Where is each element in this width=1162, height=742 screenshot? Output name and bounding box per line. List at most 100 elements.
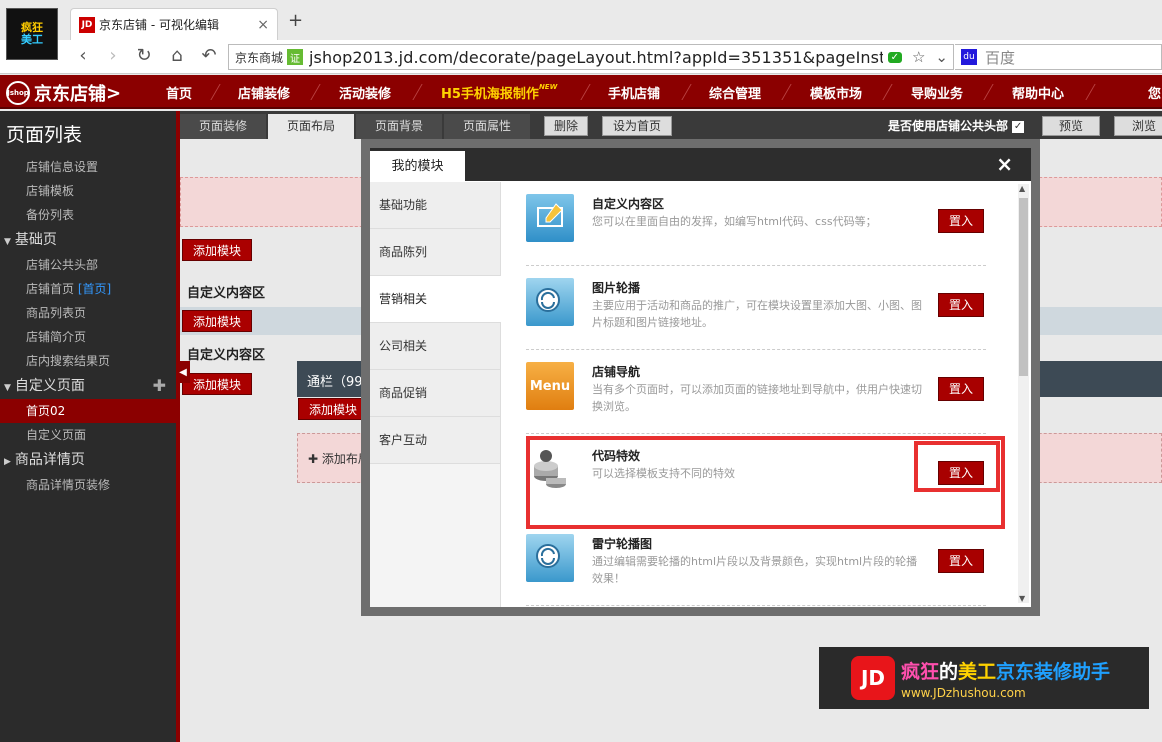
- star-icon[interactable]: ☆: [912, 48, 925, 66]
- scroll-thumb[interactable]: [1019, 198, 1028, 376]
- module-picker-modal: 我的模块 × 基础功能 商品陈列 营销相关 公司相关 商品促销 客户互动 自定义…: [361, 139, 1040, 616]
- address-url[interactable]: jshop2013.jd.com/decorate/pageLayout.htm…: [309, 48, 883, 67]
- sidebar-group-label: 商品详情页: [14, 452, 85, 468]
- insert-button[interactable]: 置入: [938, 293, 984, 317]
- tab-page-background[interactable]: 页面背景: [356, 114, 442, 139]
- tab-page-layout[interactable]: 页面布局: [268, 114, 354, 139]
- forward-icon[interactable]: ›: [102, 45, 124, 66]
- nav-h5-poster[interactable]: H5手机海报制作NEW: [441, 83, 557, 102]
- browser-tab[interactable]: JD 京东店铺 - 可视化编辑 ×: [70, 8, 278, 40]
- add-module-button[interactable]: 添加模块: [182, 310, 253, 332]
- tab-my-modules[interactable]: 我的模块: [370, 148, 465, 182]
- tab-page-properties[interactable]: 页面属性: [444, 114, 530, 139]
- sidebar-item-shop-info[interactable]: 店铺信息设置: [0, 155, 176, 179]
- nav-shopping-guide[interactable]: 导购业务: [911, 83, 963, 102]
- sidebar-item-detail-decoration[interactable]: 商品详情页装修: [0, 473, 176, 497]
- delete-button[interactable]: 删除: [544, 116, 588, 136]
- add-page-icon[interactable]: ✚: [153, 373, 166, 399]
- home-icon[interactable]: ⌂: [166, 45, 188, 66]
- sidebar-item-search-results[interactable]: 店内搜索结果页: [0, 349, 176, 373]
- preview-button[interactable]: 预览: [1042, 116, 1100, 136]
- scroll-down-icon[interactable]: ▼: [1019, 594, 1025, 603]
- section-label: 自定义内容区: [187, 348, 266, 363]
- new-tab-button[interactable]: +: [288, 10, 303, 31]
- nav-h5-poster-label: H5手机海报制作: [441, 87, 539, 102]
- new-badge: NEW: [538, 83, 558, 91]
- sidebar-item-custom-page[interactable]: 自定义页面: [0, 423, 176, 447]
- close-icon[interactable]: ×: [257, 17, 269, 33]
- category-product-display[interactable]: 商品陈列: [370, 229, 500, 276]
- watermark-part: 疯狂: [901, 660, 940, 683]
- browse-button[interactable]: 浏览: [1114, 116, 1162, 136]
- tab-title: 京东店铺 - 可视化编辑: [99, 18, 219, 32]
- plus-icon: ✚: [308, 452, 319, 466]
- module-list: 自定义内容区 您可以在里面自由的发挥，如编写html代码、css代码等； 置入 …: [501, 182, 1031, 607]
- sidebar-item-shop-template[interactable]: 店铺模板: [0, 179, 176, 203]
- chevron-right-icon: >: [106, 82, 122, 104]
- browser-tab-strip: JD 京东店铺 - 可视化编辑 × +: [0, 0, 1162, 40]
- chevron-down-icon[interactable]: ⌄: [935, 48, 948, 66]
- sidebar-item-shop-intro[interactable]: 店铺简介页: [0, 325, 176, 349]
- collapse-sidebar-icon[interactable]: ◀: [176, 361, 190, 383]
- tab-page-decoration[interactable]: 页面装修: [180, 114, 266, 139]
- baidu-icon: du: [961, 49, 977, 65]
- watermark-part: 京东装修助手: [996, 660, 1111, 683]
- jshop-logo-icon: Jshop: [6, 81, 30, 105]
- shield-icon[interactable]: ✓: [887, 51, 902, 63]
- sidebar-title: 页面列表: [6, 124, 83, 146]
- module-desc: 主要应用于活动和商品的推广，可在模块设置里添加大图、小图、图片标题和图片链接地址…: [592, 299, 922, 329]
- nav-shop-decoration[interactable]: 店铺装修: [238, 83, 290, 102]
- nav-management[interactable]: 综合管理: [709, 83, 761, 102]
- set-home-button[interactable]: 设为首页: [602, 116, 672, 136]
- nav-mobile-shop[interactable]: 手机店铺: [608, 83, 660, 102]
- category-customer-interaction[interactable]: 客户互动: [370, 417, 500, 464]
- watermark-title: 疯狂的美工京东装修助手: [901, 657, 1110, 684]
- reload-icon[interactable]: ↻: [133, 45, 155, 66]
- carousel-icon: [526, 278, 574, 326]
- scrollbar[interactable]: ▲ ▼: [1018, 184, 1029, 603]
- sidebar-group-custom-pages[interactable]: ▼ 自定义页面 ✚: [0, 373, 176, 399]
- category-marketing[interactable]: 营销相关: [370, 276, 501, 323]
- highlight-frame: [914, 441, 1000, 492]
- search-input[interactable]: du 百度: [955, 44, 1162, 70]
- sidebar-item-product-list[interactable]: 商品列表页: [0, 301, 176, 325]
- add-module-button[interactable]: 添加模块: [182, 373, 253, 395]
- add-module-button[interactable]: 添加模块: [298, 398, 369, 420]
- sidebar-item-shop-home[interactable]: 店铺首页 [首页]: [0, 277, 176, 301]
- jd-logo-icon: JD: [851, 656, 895, 700]
- back-icon[interactable]: ‹: [72, 45, 94, 66]
- common-header-checkbox[interactable]: ✓: [1012, 120, 1025, 133]
- sidebar-item-common-header[interactable]: 店铺公共头部: [0, 253, 176, 277]
- insert-button[interactable]: 置入: [938, 549, 984, 573]
- nav-user[interactable]: 您: [1148, 83, 1161, 102]
- nav-home[interactable]: 首页: [166, 83, 192, 102]
- sidebar-group-basic[interactable]: ▼ 基础页: [0, 227, 176, 253]
- nav-template-market[interactable]: 模板市场: [810, 83, 862, 102]
- add-module-button[interactable]: 添加模块: [182, 239, 253, 261]
- carousel-icon: [526, 534, 574, 582]
- scroll-up-icon[interactable]: ▲: [1019, 184, 1025, 193]
- watermark-part: 美工: [958, 660, 997, 683]
- undo-icon[interactable]: ↶: [198, 45, 220, 66]
- sidebar-group-product-detail[interactable]: ▶ 商品详情页: [0, 447, 176, 473]
- insert-button[interactable]: 置入: [938, 377, 984, 401]
- caret-down-icon: ▼: [4, 383, 11, 393]
- insert-button[interactable]: 置入: [938, 209, 984, 233]
- home-tag-link[interactable]: [首页]: [78, 282, 111, 296]
- nav-activity-decoration[interactable]: 活动装修: [339, 83, 391, 102]
- section-label: 自定义内容区: [187, 286, 266, 301]
- address-bar[interactable]: 京东商城 证 jshop2013.jd.com/decorate/pageLay…: [228, 44, 954, 70]
- sidebar-item-home02[interactable]: 首页02: [0, 399, 176, 423]
- sidebar-item-backup-list[interactable]: 备份列表: [0, 203, 176, 227]
- cert-icon[interactable]: 证: [287, 49, 304, 65]
- close-icon[interactable]: ×: [996, 152, 1013, 176]
- list-item: Menu 店铺导航 当有多个页面时，可以添加页面的链接地址到导航中，供用户快速切…: [526, 350, 986, 434]
- category-promotion[interactable]: 商品促销: [370, 370, 500, 417]
- category-basic[interactable]: 基础功能: [370, 182, 500, 229]
- jd-shop-logo[interactable]: Jshop 京东店铺 >: [6, 80, 121, 106]
- search-placeholder: 百度: [985, 48, 1016, 67]
- module-title: 图片轮播: [592, 281, 641, 295]
- common-header-toggle[interactable]: 是否使用店铺公共头部 ✓: [888, 117, 1025, 134]
- nav-help-center[interactable]: 帮助中心: [1012, 83, 1064, 102]
- category-company[interactable]: 公司相关: [370, 323, 500, 370]
